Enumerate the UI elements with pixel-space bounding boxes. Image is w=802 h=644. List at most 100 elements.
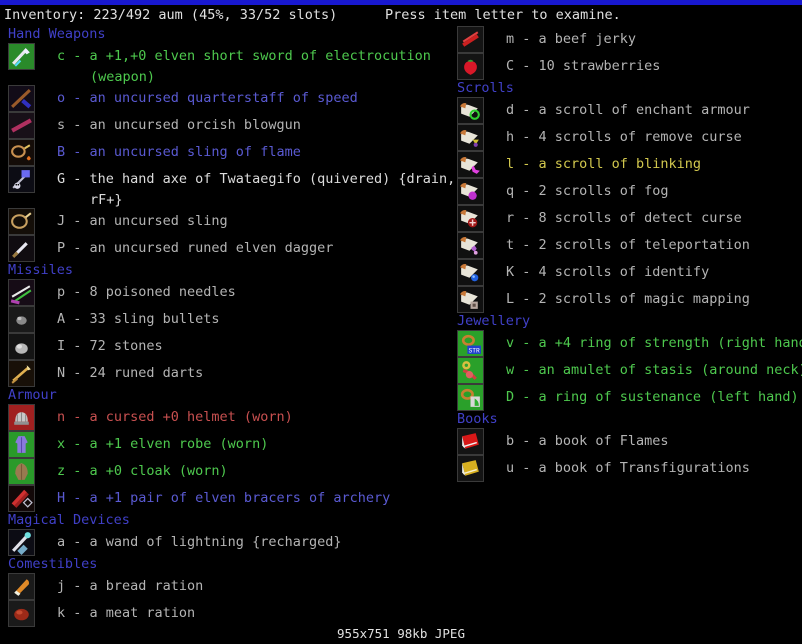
item-label-z: z - a +0 cloak (worn) [57,463,228,479]
amulet-of-stasis-icon[interactable] [457,357,484,384]
poisoned-needles-icon[interactable] [8,279,35,306]
inventory-item-m[interactable]: m - a beef jerky [440,26,802,53]
svg-text:STR: STR [469,347,481,354]
inventory-item-H[interactable]: H - a +1 pair of elven bracers of archer… [0,485,440,512]
inventory-item-J[interactable]: J - an uncursed sling [0,208,440,235]
elven-bracers-icon[interactable] [8,485,35,512]
elven-short-sword-icon[interactable] [8,43,35,70]
scroll-detect-curse-icon[interactable] [457,205,484,232]
item-label-K: K - 4 scrolls of identify [506,264,710,280]
inventory-item-N[interactable]: N - 24 runed darts [0,360,440,387]
inventory-item-p[interactable]: p - 8 poisoned needles [0,279,440,306]
book-of-transfigurations-icon-glyph [458,456,483,481]
ring-of-strength-icon[interactable]: STR [457,330,484,357]
elven-robe-icon[interactable] [8,431,35,458]
inventory-item-h[interactable]: h - 4 scrolls of remove curse [440,124,802,151]
beef-jerky-icon-glyph [458,27,483,52]
section-header-books: Books [457,411,498,427]
scroll-blinking-icon[interactable] [457,151,484,178]
inventory-summary: Inventory: 223/492 aum (45%, 33/52 slots… [4,7,338,23]
item-label-w: w - an amulet of stasis (around neck) [506,362,802,378]
stones-icon[interactable] [8,333,35,360]
scroll-enchant-armour-icon[interactable] [457,97,484,124]
item-label-q: q - 2 scrolls of fog [506,183,669,199]
inventory-item-b[interactable]: b - a book of Flames [440,428,802,455]
inventory-item-z[interactable]: z - a +0 cloak (worn) [0,458,440,485]
inventory-item-A[interactable]: A - 33 sling bullets [0,306,440,333]
inventory-item-P[interactable]: P - an uncursed runed elven dagger [0,235,440,262]
bread-ration-icon[interactable] [8,573,35,600]
scroll-magic-mapping-icon[interactable] [457,286,484,313]
item-label-l: l - a scroll of blinking [506,156,702,172]
item-label-P: P - an uncursed runed elven dagger [57,240,334,256]
orcish-blowgun-icon-glyph [9,113,34,138]
inventory-item-c[interactable]: c - a +1,+0 elven short sword of electro… [0,43,440,85]
section-header-jewellery: Jewellery [457,313,531,329]
inventory-item-B[interactable]: B - an uncursed sling of flame [0,139,440,166]
inventory-item-n[interactable]: n - a cursed +0 helmet (worn) [0,404,440,431]
item-label-B: B - an uncursed sling of flame [57,144,301,160]
inventory-item-r[interactable]: r - 8 scrolls of detect curse [440,205,802,232]
inventory-item-o[interactable]: o - an uncursed quarterstaff of speed [0,85,440,112]
inventory-item-x[interactable]: x - a +1 elven robe (worn) [0,431,440,458]
hand-axe-artefact-icon[interactable] [8,166,35,193]
inventory-item-I[interactable]: I - 72 stones [0,333,440,360]
item-label-L: L - 2 scrolls of magic mapping [506,291,750,307]
inventory-item-s[interactable]: s - an uncursed orcish blowgun [0,112,440,139]
orcish-blowgun-icon[interactable] [8,112,35,139]
item-label-x: x - a +1 elven robe (worn) [57,436,269,452]
inventory-item-L[interactable]: L - 2 scrolls of magic mapping [440,286,802,313]
elven-robe-icon-glyph [9,432,34,457]
book-of-flames-icon-glyph [458,429,483,454]
strawberries-icon[interactable] [457,53,484,80]
inventory-item-u[interactable]: u - a book of Transfigurations [440,455,802,482]
item-label-v: v - a +4 ring of strength (right hand) [506,335,802,351]
inventory-item-C[interactable]: C - 10 strawberries [440,53,802,80]
scroll-enchant-armour-icon-glyph [458,98,483,123]
inventory-item-j[interactable]: j - a bread ration [0,573,440,600]
hand-axe-artefact-icon-glyph [9,167,34,192]
item-label-h: h - 4 scrolls of remove curse [506,129,742,145]
inventory-item-v[interactable]: STR v - a +4 ring of strength (right hand… [440,330,802,357]
item-label-I: I - 72 stones [57,338,163,354]
item-label-H: H - a +1 pair of elven bracers of archer… [57,490,391,506]
inventory-item-d[interactable]: d - a scroll of enchant armour [440,97,802,124]
meat-ration-icon[interactable] [8,600,35,627]
scroll-teleportation-icon[interactable] [457,232,484,259]
inventory-column-right: m - a beef jerky C - 10 strawberries Scrol… [440,26,802,482]
sling-of-flame-icon[interactable] [8,139,35,166]
elven-dagger-icon[interactable] [8,235,35,262]
scroll-teleportation-icon-glyph [458,233,483,258]
book-of-flames-icon[interactable] [457,428,484,455]
inventory-item-l[interactable]: l - a scroll of blinking [440,151,802,178]
sling-icon[interactable] [8,208,35,235]
inventory-item-k[interactable]: k - a meat ration [0,600,440,627]
scroll-identify-icon[interactable] [457,259,484,286]
inventory-item-G[interactable]: G - the hand axe of Twataegifo (quivered… [0,166,455,208]
inventory-item-w[interactable]: w - an amulet of stasis (around neck) [440,357,802,384]
beef-jerky-icon[interactable] [457,26,484,53]
runed-darts-icon[interactable] [8,360,35,387]
cloak-icon-glyph [9,459,34,484]
inventory-item-t[interactable]: t - 2 scrolls of teleportation [440,232,802,259]
item-label-c: c - a +1,+0 elven short sword of electro… [57,43,431,88]
scroll-fog-icon[interactable] [457,178,484,205]
book-of-transfigurations-icon[interactable] [457,455,484,482]
runed-darts-icon-glyph [9,361,34,386]
inventory-item-q[interactable]: q - 2 scrolls of fog [440,178,802,205]
item-label-G: G - the hand axe of Twataegifo (quivered… [57,166,455,211]
cloak-icon[interactable] [8,458,35,485]
section-header-hand-weapons: Hand Weapons [8,26,106,42]
inventory-item-K[interactable]: K - 4 scrolls of identify [440,259,802,286]
ring-of-sustenance-icon[interactable] [457,384,484,411]
item-label-C: C - 10 strawberries [506,58,661,74]
quarterstaff-icon[interactable] [8,85,35,112]
sling-bullets-icon[interactable] [8,306,35,333]
section-header-magical-devices: Magical Devices [8,512,130,528]
inventory-item-a[interactable]: a - a wand of lightning {recharged} [0,529,440,556]
wand-of-lightning-icon[interactable] [8,529,35,556]
helmet-icon[interactable] [8,404,35,431]
scroll-remove-curse-icon[interactable] [457,124,484,151]
inventory-item-D[interactable]: D - a ring of sustenance (left hand) [440,384,802,411]
item-label-p: p - 8 poisoned needles [57,284,236,300]
